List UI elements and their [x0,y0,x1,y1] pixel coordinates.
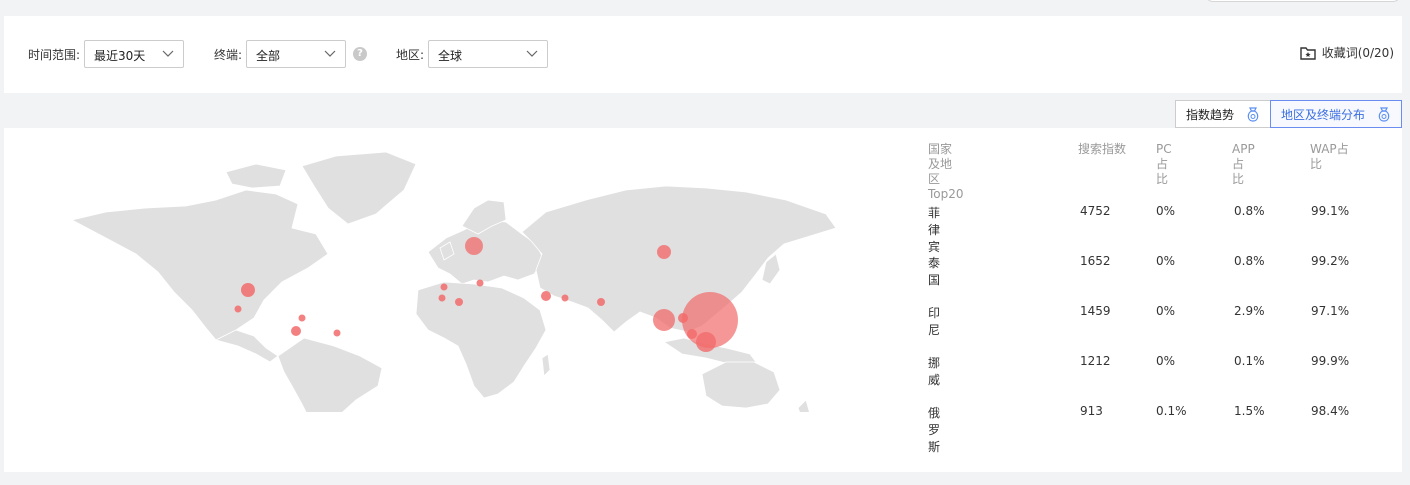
continents [70,151,837,412]
help-icon[interactable]: ? [353,47,367,61]
africa [415,281,547,399]
new-zealand [797,399,810,412]
favorites-button[interactable]: 收藏词(0/20) [1299,44,1394,61]
region-bubble[interactable] [291,326,301,336]
row-app: 1.5% [1234,404,1265,418]
south-america [277,337,383,412]
money-bag-icon [1247,107,1259,122]
row-app: 2.9% [1234,304,1265,318]
region-bubble[interactable] [241,283,255,297]
tab-region-device-label: 地区及终端分布 [1280,107,1365,122]
region-bubble[interactable] [561,294,569,302]
region-bubble[interactable] [657,245,671,259]
header-pc-share: PC占比 [1156,142,1172,186]
madagascar [541,353,551,377]
region-bubble[interactable] [678,313,688,323]
row-country: 泰国 [928,256,941,287]
region-bubble[interactable] [541,291,551,301]
row-wap: 99.1% [1311,204,1350,218]
row-wap: 99.9% [1311,354,1350,368]
header-country: 国家及地区Top20 [928,142,964,201]
row-pc: 0% [1156,304,1176,318]
row-index: 4752 [1080,204,1111,218]
row-country: 菲律宾 [928,206,941,254]
content-panel: 国家及地区Top20 搜索指数 PC占比 APP占比 WAP占比 菲律宾 475… [4,128,1402,472]
region-label: 地区: [396,48,425,62]
region-bubble[interactable] [298,314,306,322]
row-pc: 0.1% [1156,404,1187,418]
region-value: 全球 [438,49,463,63]
row-app: 0.8% [1234,204,1265,218]
folder-star-icon [1299,46,1316,60]
row-country: 俄罗斯 [928,406,941,454]
chevron-down-icon [162,50,174,57]
tab-index-trend[interactable]: 指数趋势 [1174,100,1271,128]
row-index: 1212 [1080,354,1111,368]
money-bag-icon [1378,107,1390,122]
asia [521,185,837,333]
search-box-edge[interactable] [1205,0,1401,2]
row-index: 1652 [1080,254,1111,268]
row-wap: 97.1% [1311,304,1350,318]
row-index: 913 [1080,404,1103,418]
row-index: 1459 [1080,304,1111,318]
row-country: 印尼 [928,306,941,337]
chevron-down-icon [324,50,336,57]
region-bubble[interactable] [440,283,448,291]
world-map[interactable] [66,142,838,412]
region-bubble[interactable] [687,329,697,339]
australia [701,361,781,409]
time-range-label: 时间范围: [28,48,81,62]
chevron-down-icon [526,50,538,57]
device-select[interactable]: 全部 [246,40,346,68]
region-bubble[interactable] [333,329,341,337]
time-range-select[interactable]: 最近30天 [84,40,184,68]
row-pc: 0% [1156,254,1176,268]
row-pc: 0% [1156,354,1176,368]
header-search-index: 搜索指数 [1078,142,1127,156]
time-range-value: 最近30天 [94,49,146,63]
device-label: 终端: [214,48,243,62]
row-app: 0.1% [1234,354,1265,368]
row-pc: 0% [1156,204,1176,218]
region-bubble[interactable] [696,332,716,352]
header-wap-share: WAP占比 [1310,142,1349,171]
region-bubble[interactable] [597,298,605,306]
row-app: 0.8% [1234,254,1265,268]
view-tabs: 指数趋势 地区及终端分布 [1174,100,1402,128]
region-bubble[interactable] [465,237,483,255]
region-bubble[interactable] [234,305,242,313]
greenland [301,151,417,225]
region-bubble[interactable] [476,279,484,287]
tab-region-device[interactable]: 地区及终端分布 [1269,100,1402,128]
favorites-label: 收藏词(0/20) [1321,46,1394,60]
row-country: 挪威 [928,356,941,387]
device-value: 全部 [256,49,281,63]
header-app-share: APP占比 [1232,142,1255,186]
tab-index-trend-label: 指数趋势 [1185,107,1234,122]
region-bubble[interactable] [653,309,675,331]
row-wap: 98.4% [1311,404,1350,418]
filter-bar: 时间范围: 最近30天 终端: 全部 ? 地区: 全球 收藏词(0/20) [4,16,1402,93]
arctic-islands [225,163,287,189]
row-wap: 99.2% [1311,254,1350,268]
region-select[interactable]: 全球 [428,40,548,68]
north-america [70,189,329,341]
region-bubble[interactable] [438,294,446,302]
region-bubble[interactable] [455,298,463,306]
